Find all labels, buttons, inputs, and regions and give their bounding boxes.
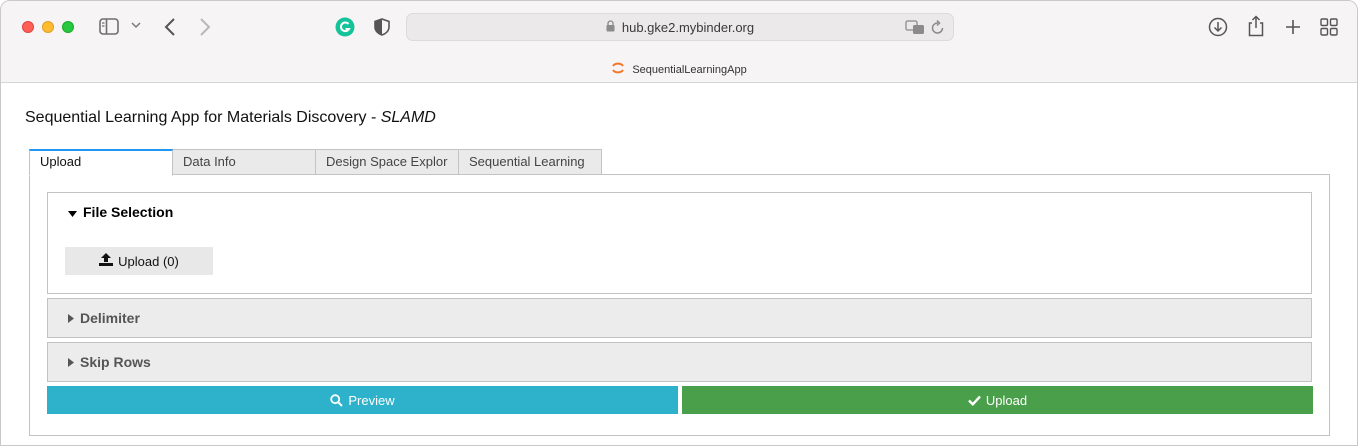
file-selection-section: File Selection Upload (0) bbox=[47, 192, 1312, 294]
delimiter-section[interactable]: Delimiter bbox=[47, 298, 1312, 338]
browser-toolbar: hub.gke2.mybinder.org bbox=[1, 1, 1357, 53]
zoom-window-button[interactable] bbox=[62, 21, 74, 33]
page-title-main: Sequential Learning App for Materials Di… bbox=[25, 109, 381, 126]
url-text: hub.gke2.mybinder.org bbox=[621, 19, 755, 35]
caret-right-icon bbox=[68, 310, 74, 326]
share-icon[interactable] bbox=[1247, 15, 1265, 37]
translate-icon[interactable] bbox=[905, 19, 925, 38]
delimiter-title: Delimiter bbox=[80, 310, 140, 326]
sidebar-icon[interactable] bbox=[99, 18, 119, 35]
upload-button[interactable]: Upload bbox=[682, 386, 1313, 414]
app-tab-bar: Upload Data Info Design Space Explor Seq… bbox=[29, 149, 602, 176]
check-icon bbox=[968, 395, 981, 406]
caret-down-icon bbox=[68, 204, 77, 220]
browser-tab-title: SequentialLearningApp bbox=[632, 63, 747, 76]
chevron-down-icon[interactable] bbox=[131, 21, 141, 29]
forward-icon[interactable] bbox=[199, 17, 211, 37]
jupyter-icon bbox=[611, 61, 625, 78]
caret-right-icon bbox=[68, 354, 74, 370]
file-upload-button[interactable]: Upload (0) bbox=[65, 247, 213, 275]
lock-icon bbox=[606, 19, 615, 35]
privacy-shield-icon[interactable] bbox=[374, 18, 390, 36]
delimiter-header[interactable]: Delimiter bbox=[48, 299, 1311, 337]
skip-rows-title: Skip Rows bbox=[80, 354, 151, 370]
search-icon bbox=[330, 393, 344, 407]
skip-rows-header[interactable]: Skip Rows bbox=[48, 343, 1311, 381]
skip-rows-section[interactable]: Skip Rows bbox=[47, 342, 1312, 382]
file-selection-header[interactable]: File Selection bbox=[48, 193, 1311, 231]
tab-upload[interactable]: Upload bbox=[29, 149, 173, 176]
minimize-window-button[interactable] bbox=[42, 21, 54, 33]
back-icon[interactable] bbox=[164, 17, 176, 37]
page-title-italic: SLAMD bbox=[380, 109, 436, 126]
page-content: Sequential Learning App for Materials Di… bbox=[1, 83, 1357, 445]
close-window-button[interactable] bbox=[22, 21, 34, 33]
reload-icon[interactable] bbox=[931, 19, 945, 38]
page-title: Sequential Learning App for Materials Di… bbox=[25, 109, 436, 127]
preview-label: Preview bbox=[348, 392, 395, 408]
tab-data-info[interactable]: Data Info bbox=[173, 149, 316, 175]
upload-tab-panel: File Selection Upload (0) Delimiter Skip… bbox=[29, 174, 1330, 436]
upload-icon bbox=[99, 253, 114, 269]
tab-sequential-learning[interactable]: Sequential Learning bbox=[459, 149, 602, 175]
preview-button[interactable]: Preview bbox=[47, 386, 678, 414]
new-tab-icon[interactable] bbox=[1284, 18, 1302, 36]
file-upload-label: Upload (0) bbox=[118, 253, 179, 269]
grammarly-icon[interactable] bbox=[335, 17, 355, 37]
downloads-icon[interactable] bbox=[1208, 17, 1228, 37]
upload-label: Upload bbox=[985, 392, 1028, 408]
file-selection-title: File Selection bbox=[83, 204, 174, 220]
tab-overview-icon[interactable] bbox=[1320, 18, 1338, 36]
tab-design-space-exploration[interactable]: Design Space Explor bbox=[316, 149, 459, 175]
browser-window: hub.gke2.mybinder.org SequentialLearning… bbox=[0, 0, 1358, 446]
address-bar[interactable]: hub.gke2.mybinder.org bbox=[406, 13, 954, 41]
browser-tab[interactable]: SequentialLearningApp bbox=[1, 61, 1357, 78]
